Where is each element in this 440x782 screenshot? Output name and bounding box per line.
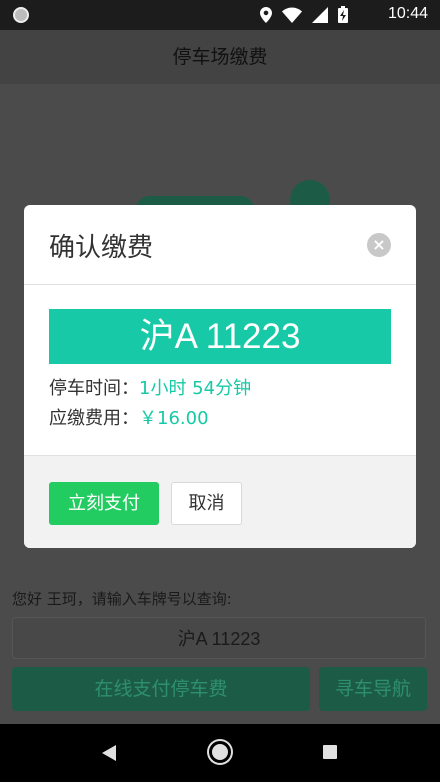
clock: 10:44 <box>387 5 428 22</box>
fee-value: ￥16.00 <box>139 408 209 429</box>
status-bar: 10:44 <box>0 0 440 30</box>
duration-label: 停车时间： <box>49 378 139 399</box>
close-icon[interactable]: × <box>367 233 391 257</box>
duration-value: 1小时 54分钟 <box>139 378 252 399</box>
battery-charging-icon <box>338 6 348 23</box>
wifi-icon <box>282 7 302 23</box>
license-plate: 沪A 11223 <box>49 309 391 364</box>
cancel-button[interactable]: 取消 <box>171 482 242 525</box>
dialog-header: 确认缴费 × <box>24 205 416 285</box>
notification-icon <box>13 7 29 23</box>
dialog-title: 确认缴费 <box>49 233 154 263</box>
location-icon <box>260 6 272 23</box>
dialog-footer: 立刻支付 取消 <box>24 456 416 548</box>
find-car-button[interactable]: 寻车导航 <box>319 667 427 711</box>
fee-row: 应缴费用：￥16.00 <box>49 404 209 430</box>
duration-row: 停车时间：1小时 54分钟 <box>49 374 251 400</box>
greeting-prompt: 您好 王珂，请输入车牌号以查询: <box>12 590 232 608</box>
recents-icon[interactable] <box>323 745 337 759</box>
plate-input[interactable]: 沪A 11223 <box>12 617 426 659</box>
pay-online-button[interactable]: 在线支付停车费 <box>12 667 310 711</box>
home-icon[interactable] <box>209 741 231 763</box>
fee-label: 应缴费用： <box>49 408 139 429</box>
status-icons <box>260 6 348 23</box>
system-nav-bar <box>0 724 440 782</box>
dialog-body: 沪A 11223 停车时间：1小时 54分钟 应缴费用：￥16.00 <box>24 285 416 456</box>
confirm-payment-dialog: 确认缴费 × 沪A 11223 停车时间：1小时 54分钟 应缴费用：￥16.0… <box>24 205 416 548</box>
signal-icon <box>312 6 328 23</box>
pay-now-button[interactable]: 立刻支付 <box>49 482 159 525</box>
back-icon[interactable] <box>102 745 116 761</box>
app-bar-title: 停车场缴费 <box>0 30 440 85</box>
